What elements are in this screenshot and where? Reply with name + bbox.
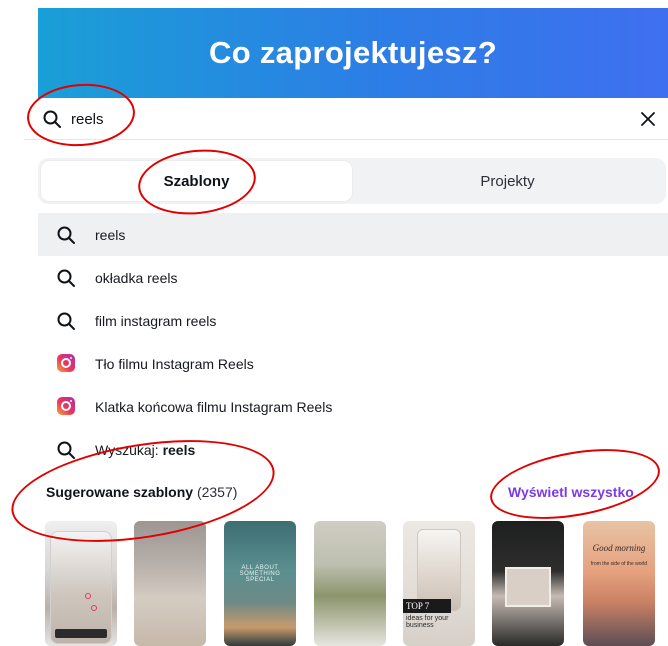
suggestion-list: reels okładka reels film instagram reels…	[38, 213, 668, 471]
thumbnail-caption: from the side of the world	[590, 561, 648, 567]
reel-controls	[55, 629, 107, 638]
suggestion-text: Tło filmu Instagram Reels	[95, 355, 254, 372]
search-all-prefix: Wyszukaj:	[95, 441, 163, 458]
templates-section-title: Sugerowane szablony (2357)	[46, 484, 237, 500]
template-thumbnail[interactable]: TOP 7 ideas for your business	[403, 521, 475, 646]
suggestion-item[interactable]: film instagram reels	[38, 299, 668, 342]
phone-mockup	[50, 531, 112, 644]
template-thumbnail[interactable]: Good morning from the side of the world	[583, 521, 655, 646]
search-icon	[57, 312, 75, 330]
thumbnail-label: TOP 7	[403, 599, 451, 613]
suggestion-item[interactable]: Tło filmu Instagram Reels	[38, 342, 668, 385]
thumbnail-caption: ALL ABOUT SOMETHING SPECIAL	[239, 565, 281, 583]
suggestion-text: reels	[95, 226, 126, 243]
template-thumbnails: ALL ABOUT SOMETHING SPECIAL TOP 7 ideas …	[45, 521, 668, 646]
content-tabs: Szablony Projekty	[38, 158, 666, 204]
suggestion-item[interactable]: Klatka końcowa filmu Instagram Reels	[38, 385, 668, 428]
suggestion-text: film instagram reels	[95, 312, 217, 329]
search-icon	[57, 441, 75, 459]
search-icon	[57, 269, 75, 287]
template-count: (2357)	[196, 484, 238, 500]
suggestion-item[interactable]: okładka reels	[38, 256, 668, 299]
thumbnail-subtitle: ideas for your business	[406, 615, 449, 629]
thumbnail-script-text: Good morning	[592, 543, 646, 553]
template-thumbnail[interactable]	[45, 521, 117, 646]
template-thumbnail[interactable]	[492, 521, 564, 646]
photo-frame	[505, 567, 551, 607]
page-title: Co zaprojektujesz?	[209, 35, 497, 70]
instagram-icon	[57, 354, 75, 372]
search-all-text: Wyszukaj: reels	[95, 442, 195, 458]
tab-projects[interactable]: Projekty	[352, 161, 663, 201]
instagram-icon	[57, 397, 75, 415]
tab-templates[interactable]: Szablony	[41, 161, 352, 201]
heart-icon	[85, 593, 91, 599]
suggestion-text: Klatka końcowa filmu Instagram Reels	[95, 398, 333, 415]
search-icon	[43, 110, 61, 128]
search-all-item[interactable]: Wyszukaj: reels	[38, 428, 668, 471]
template-thumbnail[interactable]	[314, 521, 386, 646]
heart-icon	[91, 605, 97, 611]
search-bar	[24, 98, 668, 140]
header-banner: Co zaprojektujesz?	[38, 8, 668, 98]
template-thumbnail[interactable]: ALL ABOUT SOMETHING SPECIAL	[224, 521, 296, 646]
view-all-link[interactable]: Wyświetl wszystko	[508, 484, 634, 500]
suggestion-item[interactable]: reels	[38, 213, 668, 256]
close-icon[interactable]	[638, 109, 658, 129]
search-icon	[57, 226, 75, 244]
search-input[interactable]	[71, 107, 611, 131]
section-title-text: Sugerowane szablony	[46, 484, 194, 500]
suggestion-text: okładka reels	[95, 269, 178, 286]
search-all-term: reels	[162, 441, 196, 458]
template-thumbnail[interactable]	[134, 521, 206, 646]
